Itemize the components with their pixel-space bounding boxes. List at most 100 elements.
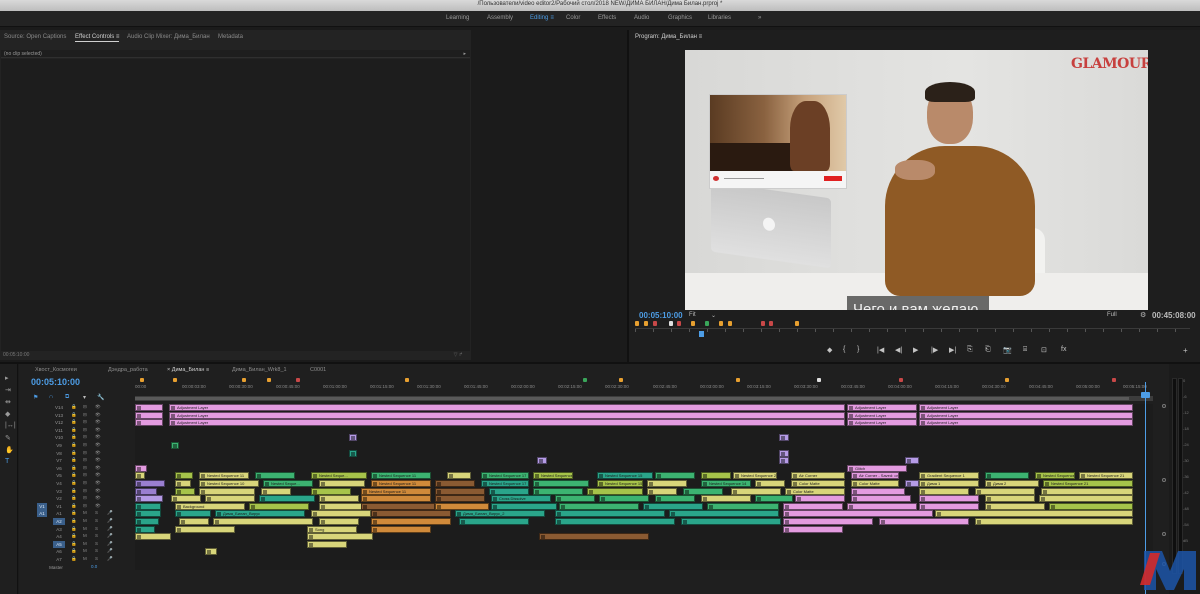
track-target-v1[interactable]: V1 (53, 503, 65, 510)
timeline-marker[interactable] (242, 378, 246, 382)
solo-icon[interactable]: S (95, 518, 98, 523)
timeline-clip[interactable] (361, 502, 435, 510)
lock-icon[interactable]: 🔒 (71, 412, 77, 418)
track-target-v12[interactable]: V12 (53, 419, 65, 426)
track-target-v7[interactable]: V7 (53, 457, 65, 464)
timeline-clip[interactable] (205, 548, 217, 556)
timeline-clip[interactable] (731, 487, 781, 495)
timeline-clip[interactable] (1039, 495, 1133, 503)
program-marker[interactable] (677, 321, 681, 326)
effect-controls-timecode[interactable]: 00:05:10:00 (3, 352, 29, 358)
type-tool-icon[interactable]: T (5, 458, 9, 465)
lock-icon[interactable]: 🔒 (71, 434, 77, 440)
track-target-a2[interactable]: A2 (53, 518, 65, 525)
track-target-v9[interactable]: V9 (53, 442, 65, 449)
microphone-icon[interactable]: 🎤 (107, 533, 113, 539)
program-scrubber[interactable] (635, 328, 1190, 340)
microphone-icon[interactable]: 🎤 (107, 518, 113, 524)
timeline-clip[interactable]: Background (175, 502, 245, 510)
timeline-clip[interactable] (307, 533, 373, 541)
track-zoom-handle[interactable] (1162, 532, 1166, 536)
sync-lock-icon[interactable]: ⊟ (83, 427, 87, 433)
timeline-clip[interactable] (533, 487, 583, 495)
master-volume-value[interactable]: 0.0 (91, 564, 97, 569)
timeline-marker[interactable] (736, 378, 740, 382)
timeline-clip[interactable] (213, 518, 313, 525)
timeline-clip[interactable]: Adjustment Layer (847, 404, 917, 411)
go-to-in-icon[interactable]: |◀ (877, 346, 884, 354)
mute-icon[interactable]: M (83, 518, 87, 523)
timeline-clip[interactable] (755, 495, 793, 503)
timeline-clip[interactable] (135, 533, 171, 541)
program-marker[interactable] (653, 321, 657, 326)
lock-icon[interactable]: 🔒 (71, 442, 77, 448)
workspace-learning[interactable]: Learning (446, 15, 469, 21)
timeline-clip[interactable] (683, 487, 723, 495)
workspace-assembly[interactable]: Assembly (487, 15, 513, 21)
sequence-tab-4[interactable]: Дима_Билан_Wrk8_1 (232, 367, 287, 373)
timeline-clip[interactable] (199, 487, 255, 495)
timeline-clip[interactable]: Adjustment Layer (919, 411, 1133, 419)
sync-lock-icon[interactable]: ⊟ (83, 472, 87, 478)
timeline-clip[interactable] (975, 487, 1035, 495)
timeline-playhead[interactable] (1141, 392, 1150, 398)
timeline-clip[interactable] (779, 457, 789, 465)
timeline-clip[interactable]: Adjustment Layer (169, 419, 845, 427)
timeline-clip[interactable] (851, 495, 911, 503)
timeline-clip[interactable] (135, 525, 155, 533)
work-area-selection[interactable] (135, 397, 1129, 400)
timeline-clip[interactable] (319, 495, 359, 503)
track-target-a3[interactable]: A3 (53, 526, 65, 533)
timeline-marker[interactable] (619, 378, 623, 382)
filter-icon[interactable]: ▽ ↱ (454, 352, 463, 358)
solo-icon[interactable]: S (95, 533, 98, 538)
track-target-v6[interactable]: V6 (53, 465, 65, 472)
timeline-clip[interactable] (647, 480, 687, 487)
lock-icon[interactable]: 🔒 (71, 480, 77, 486)
button-editor-add-icon[interactable]: + (1183, 346, 1188, 355)
sequence-tab-5[interactable]: C0001 (310, 367, 326, 373)
tab-effect-controls[interactable]: Effect Controls ≡ (75, 34, 120, 42)
timeline-clip[interactable]: Adjustment Layer (919, 404, 1133, 411)
program-marker[interactable] (719, 321, 723, 326)
tab-menu-icon[interactable]: ≡ (116, 34, 120, 40)
step-forward-icon[interactable]: |▶ (931, 346, 938, 354)
eye-icon[interactable]: 👁 (95, 472, 101, 478)
timeline-marker[interactable] (899, 378, 903, 382)
timeline-clip[interactable] (171, 442, 179, 449)
tab-audio-clip-mixer[interactable]: Audio Clip Mixer: Дима_Билан (127, 34, 210, 40)
solo-icon[interactable]: S (95, 526, 98, 531)
lock-icon[interactable]: 🔒 (71, 548, 77, 554)
timeline-clip[interactable] (985, 502, 1045, 510)
video-frame[interactable]: GLAMOURTV Чего и вам желаю. (685, 50, 1148, 310)
timeline-clip[interactable]: Nested Sequence 10 (199, 480, 259, 487)
timeline-clip[interactable] (435, 502, 489, 510)
timeline-clip[interactable] (447, 472, 471, 480)
microphone-icon[interactable]: 🎤 (107, 541, 113, 547)
timeline-marker[interactable] (267, 378, 271, 382)
extract-icon[interactable]: ⎗ (985, 346, 991, 354)
timeline-clip[interactable] (371, 518, 451, 525)
mute-icon[interactable]: M (83, 526, 87, 531)
timeline-clip[interactable] (135, 472, 145, 480)
eye-icon[interactable]: 👁 (95, 419, 101, 425)
timeline-marker[interactable] (405, 378, 409, 382)
track-area[interactable]: Adjustment Layer Adjustment Layer Adjustme… (135, 404, 1153, 570)
timeline-clip[interactable] (975, 518, 1133, 525)
timeline-clip[interactable] (261, 487, 291, 495)
timeline-clip[interactable] (985, 472, 1029, 480)
track-target-a5[interactable]: A5 (53, 540, 65, 548)
track-target-v10[interactable]: V10 (53, 434, 65, 441)
timeline-clip[interactable] (371, 510, 451, 518)
timeline-clip[interactable]: Nested Sequence 15 (597, 472, 653, 480)
selection-tool-icon[interactable]: ▸ (5, 374, 9, 382)
timeline-clip[interactable] (135, 495, 163, 503)
timeline-clip[interactable]: Nested Seque... (311, 472, 367, 480)
timeline-marker[interactable] (1112, 378, 1116, 382)
lock-icon[interactable]: 🔒 (71, 472, 77, 478)
timeline-clip[interactable] (701, 495, 751, 503)
timeline-clip[interactable] (783, 502, 843, 510)
step-back-icon[interactable]: ◀| (895, 346, 902, 354)
microphone-icon[interactable]: 🎤 (107, 526, 113, 532)
timeline-clip[interactable]: Adjustment Layer (847, 419, 917, 427)
